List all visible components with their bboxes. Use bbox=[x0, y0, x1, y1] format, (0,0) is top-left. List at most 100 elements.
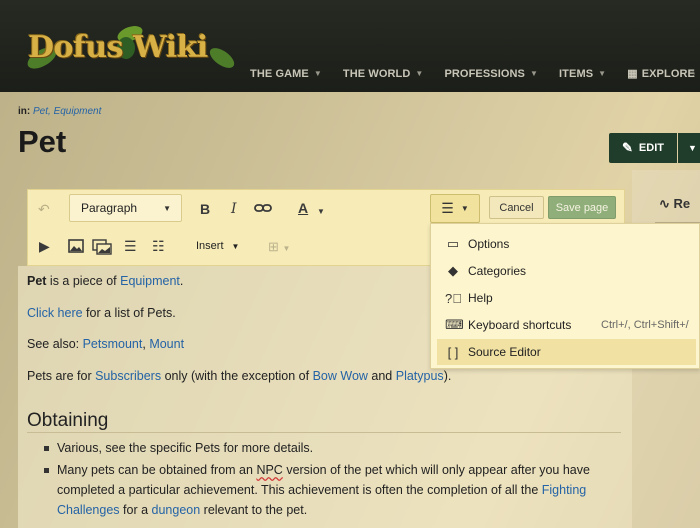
media-play-icon[interactable]: ▶ bbox=[39, 239, 50, 253]
text: is a piece of bbox=[46, 274, 121, 288]
section-divider bbox=[27, 432, 621, 433]
link-petsmount[interactable]: Petsmount bbox=[83, 337, 143, 351]
menu-item-shortcut: Ctrl+/, Ctrl+Shift+/ bbox=[601, 319, 689, 331]
nav-label: ITEMS bbox=[559, 67, 594, 80]
keyboard-icon: ⌨ bbox=[445, 317, 464, 332]
undo-icon[interactable]: ↶ bbox=[38, 201, 50, 218]
menu-item-label: Help bbox=[468, 291, 493, 305]
main-nav: THE GAME ▼ THE WORLD ▼ PROFESSIONS ▼ ITEMS ▼… bbox=[250, 67, 700, 81]
bulleted-list-icon[interactable]: ☰ bbox=[124, 239, 137, 253]
cancel-button[interactable]: Cancel bbox=[489, 196, 544, 219]
text-style-button[interactable]: A bbox=[298, 201, 308, 215]
link-dungeon[interactable]: dungeon bbox=[152, 503, 201, 517]
text: NPC bbox=[256, 463, 283, 477]
table-icon[interactable]: ⊞ ▼ bbox=[268, 239, 290, 255]
edit-button[interactable]: ✎ EDIT bbox=[609, 133, 677, 163]
menu-item-help[interactable]: ?⃝ Help bbox=[431, 285, 700, 311]
link-platypus[interactable]: Platypus bbox=[396, 369, 444, 383]
menu-item-label: Source Editor bbox=[468, 345, 541, 359]
edit-label: EDIT bbox=[638, 142, 664, 154]
list-item[interactable]: Various, see the specific Pets for more … bbox=[44, 438, 597, 458]
link-bow-wow[interactable]: Bow Wow bbox=[313, 369, 368, 383]
paragraph-see-also[interactable]: See also: Petsmount, Mount bbox=[27, 337, 184, 351]
paragraph-intro[interactable]: Pet is a piece of Equipment. bbox=[27, 274, 183, 288]
nav-label: THE WORLD bbox=[342, 67, 411, 80]
paragraph-subscribers[interactable]: Pets are for Subscribers only (with the … bbox=[27, 369, 451, 383]
chevron-down-icon: ▼ bbox=[530, 69, 539, 78]
bold-button[interactable]: B bbox=[200, 202, 210, 216]
page-options-menu: ▭ Options ◆ Categories ?⃝ Help ⌨ Keyboar… bbox=[430, 223, 700, 369]
link-equipment[interactable]: Equipment bbox=[120, 274, 180, 288]
gallery-icon[interactable] bbox=[92, 239, 112, 257]
paragraph-list-link[interactable]: Click here for a list of Pets. bbox=[27, 306, 176, 320]
menu-item-label: Categories bbox=[468, 264, 527, 278]
chevron-down-icon: ▼ bbox=[598, 69, 607, 78]
chevron-down-icon: ▼ bbox=[415, 69, 424, 78]
text: ). bbox=[443, 369, 452, 383]
page-options-menu-button[interactable]: ☰ ▼ bbox=[430, 194, 480, 223]
text: for a list of Pets. bbox=[82, 306, 176, 320]
logo-text: Dofus Wiki bbox=[28, 29, 208, 65]
link-click-here[interactable]: Click here bbox=[27, 306, 83, 320]
insert-dropdown[interactable]: Insert ▼ bbox=[196, 240, 239, 252]
chevron-down-icon[interactable]: ▼ bbox=[317, 205, 325, 219]
text: Pets are for bbox=[27, 369, 96, 383]
text: . bbox=[179, 274, 184, 288]
nav-label: EXPLORE bbox=[641, 67, 695, 80]
text: and bbox=[367, 369, 396, 383]
site-header: Dofus Wiki THE GAME ▼ THE WORLD ▼ PROFESSI… bbox=[0, 0, 700, 92]
edit-dropdown-button[interactable]: ▼ bbox=[678, 133, 700, 163]
site-logo[interactable]: Dofus Wiki bbox=[22, 18, 237, 76]
brackets-icon: [ ] bbox=[447, 344, 459, 360]
activity-icon: ∿ bbox=[659, 196, 670, 211]
rail-heading: ∿ Re bbox=[659, 196, 690, 212]
text: only (with the exception of bbox=[161, 369, 313, 383]
options-icon: ▭ bbox=[446, 236, 460, 251]
nav-label: THE GAME bbox=[250, 67, 309, 80]
section-heading-obtaining[interactable]: Obtaining bbox=[27, 410, 108, 432]
italic-button[interactable]: I bbox=[231, 202, 237, 216]
menu-item-keyboard-shortcuts[interactable]: ⌨ Keyboard shortcuts Ctrl+/, Ctrl+Shift+… bbox=[431, 312, 700, 338]
text: for a bbox=[119, 503, 152, 517]
save-page-button[interactable]: Save page bbox=[548, 196, 616, 219]
menu-item-source-editor[interactable]: [ ] Source Editor bbox=[437, 339, 696, 365]
chevron-down-icon: ▼ bbox=[688, 143, 697, 153]
nav-professions[interactable]: PROFESSIONS ▼ bbox=[444, 67, 538, 80]
help-icon: ?⃝ bbox=[445, 290, 462, 306]
nav-the-game[interactable]: THE GAME ▼ bbox=[250, 67, 322, 80]
menu-item-options[interactable]: ▭ Options bbox=[431, 231, 700, 257]
menu-item-label: Keyboard shortcuts bbox=[468, 318, 572, 332]
chevron-down-icon: ▼ bbox=[231, 242, 240, 251]
breadcrumb: in: Pet, Equipment bbox=[18, 106, 101, 117]
insert-label: Insert bbox=[196, 240, 224, 252]
page-title: Pet bbox=[18, 124, 67, 159]
bold-text: Pet bbox=[27, 274, 47, 288]
breadcrumb-categories[interactable]: Pet, Equipment bbox=[33, 106, 101, 117]
format-dropdown[interactable]: Paragraph ▼ bbox=[69, 194, 182, 222]
numbered-list-icon[interactable]: ☷ bbox=[152, 239, 165, 253]
link-icon[interactable] bbox=[254, 202, 272, 216]
hamburger-icon: ☰ bbox=[441, 200, 454, 216]
image-icon[interactable] bbox=[68, 239, 84, 255]
nav-label: PROFESSIONS bbox=[444, 67, 525, 80]
chevron-down-icon: ▼ bbox=[460, 204, 469, 213]
breadcrumb-prefix: in: bbox=[18, 106, 31, 117]
discuss-icon[interactable]: ◌ bbox=[688, 66, 695, 80]
menu-item-label: Options bbox=[468, 237, 510, 251]
chevron-down-icon: ▼ bbox=[163, 203, 171, 213]
link-subscribers[interactable]: Subscribers bbox=[95, 369, 161, 383]
tag-icon: ◆ bbox=[448, 263, 458, 278]
list-item[interactable]: Many pets can be obtained from an NPC ve… bbox=[44, 460, 597, 520]
nav-the-world[interactable]: THE WORLD ▼ bbox=[343, 67, 424, 80]
text: Many pets can be obtained from an bbox=[57, 463, 257, 477]
rail-heading-text: Re bbox=[673, 196, 691, 211]
text: Various, see the specific Pets for more … bbox=[57, 441, 314, 455]
chevron-down-icon: ▼ bbox=[313, 69, 322, 78]
explore-icon: ▦ bbox=[627, 68, 638, 80]
menu-item-categories[interactable]: ◆ Categories bbox=[431, 258, 700, 284]
text: relevant to the pet. bbox=[200, 503, 308, 517]
pencil-icon: ✎ bbox=[622, 140, 633, 155]
nav-items[interactable]: ITEMS ▼ bbox=[559, 67, 606, 80]
link-mount[interactable]: Mount bbox=[149, 337, 184, 351]
format-label: Paragraph bbox=[81, 201, 138, 215]
